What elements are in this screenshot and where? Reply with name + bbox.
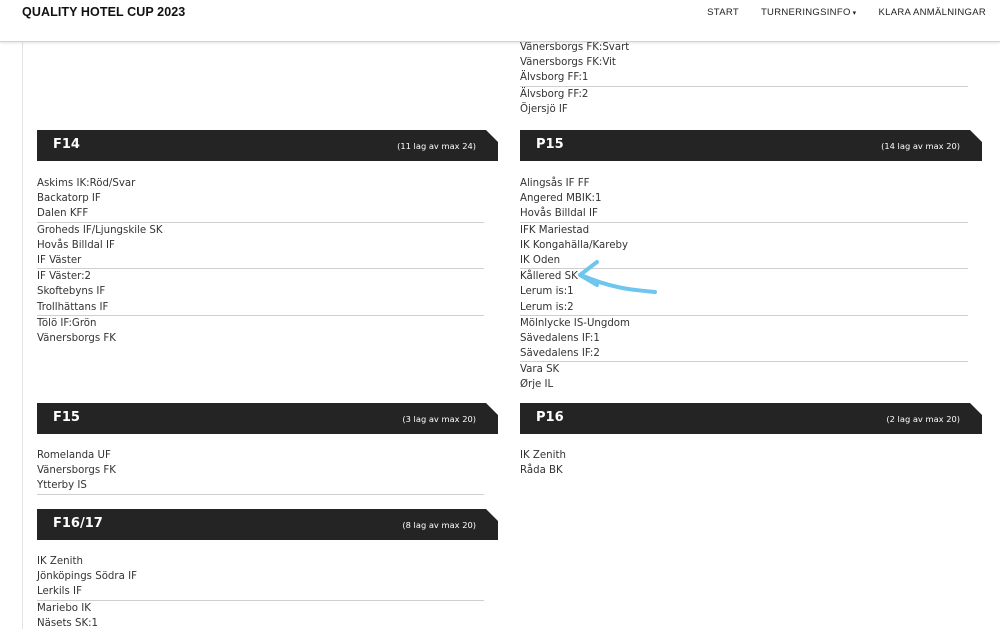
header-corner <box>970 130 982 142</box>
team-item: Kållered SK <box>520 271 578 283</box>
division-count: (8 lag av max 20) <box>402 520 476 530</box>
team-item: Mölnlycke IS-Ungdom <box>520 317 630 329</box>
division-title: P16 <box>536 410 564 425</box>
division-header-f14: F14 (11 lag av max 24) <box>37 130 498 161</box>
team-list-f1617: IK Zenith Jönköpings Södra IF Lerkils IF… <box>37 554 484 629</box>
division-header-p15: P15 (14 lag av max 20) <box>520 130 982 161</box>
team-item: IK Kongahälla/Kareby <box>520 239 629 251</box>
division-count: (11 lag av max 24) <box>397 141 476 151</box>
division-count: (3 lag av max 20) <box>402 414 476 424</box>
team-item: IF Väster:2 <box>37 271 92 283</box>
team-item: Angered MBIK:1 <box>520 193 602 205</box>
team-item: Askims IK:Röd/Svar <box>37 178 136 189</box>
team-item: Lerum is:1 <box>520 286 574 298</box>
team-item: Dalen KFF <box>37 208 89 220</box>
team-item: Sävedalens IF:2 <box>520 348 600 360</box>
team-list-f15: Romelanda UF Vänersborgs FK Ytterby IS <box>37 448 484 495</box>
team-item: IFK Mariestad <box>520 224 590 236</box>
team-item: Tölö IF:Grön <box>37 317 97 329</box>
team-list-p16: IK Zenith Råda BK <box>520 448 968 478</box>
main-nav: START TURNERINGSINFO ▾ KLARA ANMÄLNINGAR <box>685 7 986 18</box>
header-corner <box>970 403 982 415</box>
team-item: Vänersborgs FK:Svart <box>520 42 630 53</box>
team-list-top-continuation: Vänersborgs FK:Svart Vänersborgs FK:Vit … <box>520 40 968 117</box>
team-item: Hovås Billdal IF <box>37 239 115 251</box>
team-item: Näsets SK:1 <box>37 617 99 629</box>
team-item: Backatorp IF <box>37 193 101 205</box>
team-item: Lerkils IF <box>37 586 82 598</box>
team-item: Älvsborg FF:1 <box>520 72 589 84</box>
team-item: Ytterby IS <box>37 480 87 492</box>
division-count: (2 lag av max 20) <box>886 414 960 424</box>
team-item: Vänersborgs FK:Vit <box>520 57 616 69</box>
team-item: Hovås Billdal IF <box>520 208 598 220</box>
nav-turneringsinfo[interactable]: TURNERINGSINFO ▾ <box>761 7 857 18</box>
team-item: Vara SK <box>520 364 560 376</box>
top-navigation-bar: QUALITY HOTEL CUP 2023 START TURNERINGSI… <box>0 0 1000 42</box>
team-item: Skoftebyns IF <box>37 286 106 298</box>
team-item: IK Oden <box>520 254 561 266</box>
team-item: Vänersborgs FK <box>37 332 116 344</box>
division-title: P15 <box>536 137 564 152</box>
division-header-f15: F15 (3 lag av max 20) <box>37 403 498 434</box>
team-item: Mariebo IK <box>37 602 91 614</box>
team-item: Råda BK <box>520 465 563 477</box>
team-item: IF Väster <box>37 254 82 266</box>
division-title: F16/17 <box>53 516 103 531</box>
nav-start[interactable]: START <box>707 7 739 18</box>
team-item: Ørje IL <box>520 379 554 391</box>
nav-turneringsinfo-label: TURNERINGSINFO <box>760 7 851 18</box>
division-title: F15 <box>53 410 80 425</box>
site-brand[interactable]: QUALITY HOTEL CUP 2023 <box>22 5 185 19</box>
division-title: F14 <box>53 137 80 152</box>
divider <box>37 493 484 495</box>
team-item: IK Zenith <box>37 556 83 567</box>
team-item: Vänersborgs FK <box>37 465 116 477</box>
team-item: Sävedalens IF:1 <box>520 332 600 344</box>
team-item: IK Zenith <box>520 450 566 461</box>
team-item: Groheds IF/Ljungskile SK <box>37 224 163 236</box>
header-corner <box>486 403 498 415</box>
team-list-p15: Alingsås IF FF Angered MBIK:1 Hovås Bill… <box>520 176 968 393</box>
team-item: Trollhättans IF <box>37 301 109 313</box>
header-corner <box>486 509 498 521</box>
team-item: Alingsås IF FF <box>520 178 590 189</box>
team-item: Öjersjö IF <box>520 103 568 115</box>
team-list-f14: Askims IK:Röd/Svar Backatorp IF Dalen KF… <box>37 176 484 346</box>
team-item: Jönköpings Södra IF <box>37 571 137 583</box>
header-corner <box>486 130 498 142</box>
content-border <box>22 42 23 629</box>
team-item: Romelanda UF <box>37 450 111 461</box>
division-count: (14 lag av max 20) <box>881 141 960 151</box>
team-item: Lerum is:2 <box>520 301 574 313</box>
caret-down-icon: ▾ <box>852 10 857 17</box>
division-header-p16: P16 (2 lag av max 20) <box>520 403 982 434</box>
division-header-f1617: F16/17 (8 lag av max 20) <box>37 509 498 540</box>
team-item: Älvsborg FF:2 <box>520 88 589 100</box>
nav-klara-anmalningar[interactable]: KLARA ANMÄLNINGAR <box>878 7 986 18</box>
